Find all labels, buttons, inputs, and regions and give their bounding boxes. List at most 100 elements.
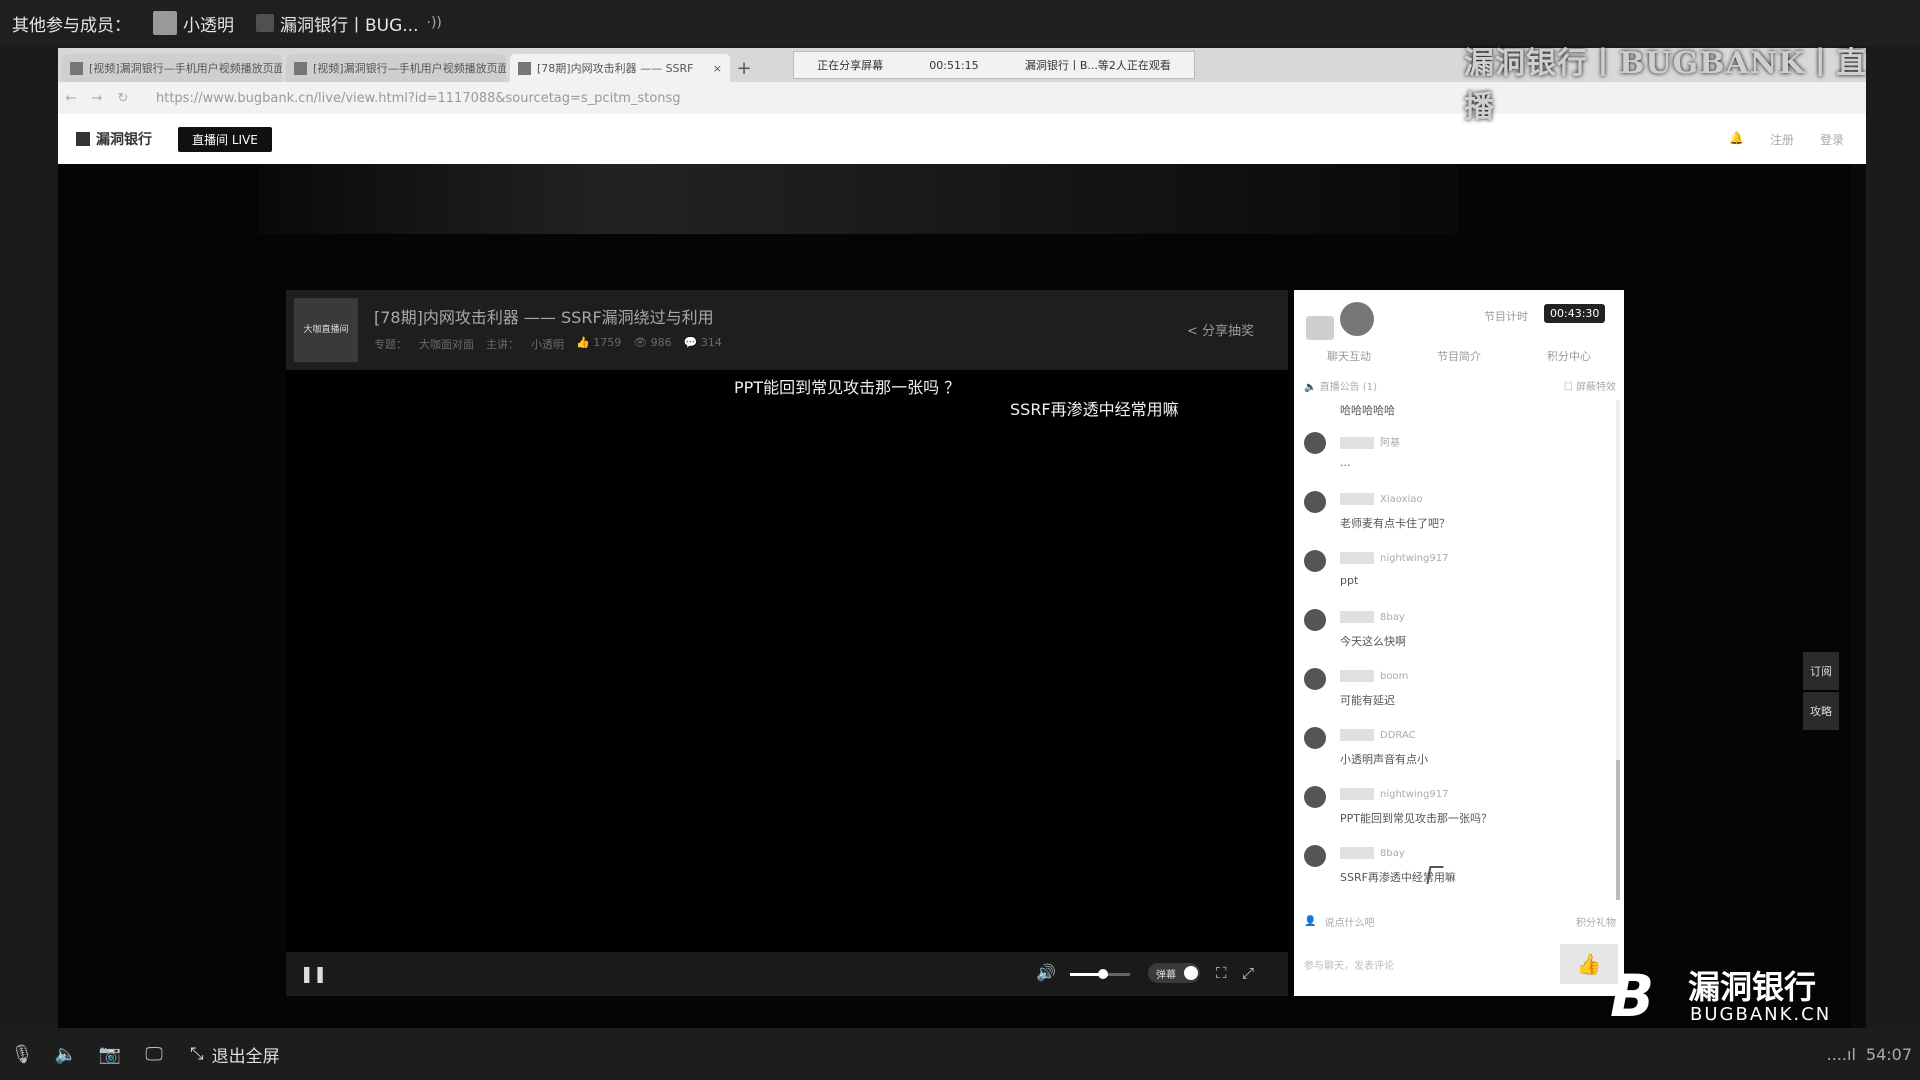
browser-tab[interactable]: [视频]漏洞银行—手机用户视频播放页面 ×	[286, 54, 506, 82]
brand-name-en: BUGBANK.CN	[1690, 1004, 1832, 1025]
chat-input-row: 👤 说点什么吧 积分礼物	[1304, 906, 1616, 936]
bell-icon[interactable]: 🔔	[1729, 131, 1744, 148]
logo-icon	[76, 132, 90, 146]
message-author: nightwing917	[1340, 552, 1448, 564]
tab-points[interactable]: 积分中心	[1547, 348, 1591, 364]
tab-chat[interactable]: 聊天互动	[1327, 348, 1371, 364]
screen-share-icon[interactable]: 🖵	[132, 1044, 176, 1065]
exit-fullscreen-label: 退出全屏	[211, 1046, 280, 1067]
browser-tab[interactable]: [视频]漏洞银行—手机用户视频播放页面 ×	[62, 54, 282, 82]
meta-item: 小透明	[531, 338, 564, 351]
login-link[interactable]: 登录	[1820, 131, 1844, 148]
share-label: 分享抽奖	[1201, 324, 1254, 339]
avatar	[1304, 491, 1326, 513]
author-name: 8bay	[1380, 612, 1405, 623]
level-badge	[1340, 437, 1374, 449]
live-badge[interactable]: 直播间 LIVE	[178, 126, 272, 152]
chat-hint: 参与聊天，发表评论	[1304, 960, 1394, 972]
list-item: nightwing917 PPT能回到常见攻击那一张吗？	[1294, 782, 1614, 841]
back-icon[interactable]: ←	[58, 91, 84, 106]
tab-title: [78期]内网攻击利器 —— SSRF	[537, 62, 694, 75]
volume-icon[interactable]: 🔊	[1036, 963, 1056, 982]
widescreen-icon[interactable]: ⛶	[1216, 964, 1227, 982]
announcement-link[interactable]: 🔈 直播公告 (1)	[1304, 378, 1377, 393]
fullscreen-icon[interactable]: ⤢	[1242, 964, 1254, 982]
level-badge	[1340, 670, 1374, 682]
chat-message-list[interactable]: 哈哈哈哈哈 阿基... Xiaoxiao 老师麦有点卡住了吧？ nightwing…	[1294, 398, 1614, 938]
comment-count: 💬 314	[683, 336, 722, 349]
volume-slider[interactable]	[1070, 969, 1130, 979]
avatar	[1304, 668, 1326, 690]
chat-input[interactable]: 说点什么吧	[1324, 914, 1374, 929]
pause-icon[interactable]: ❚❚	[300, 964, 327, 983]
video-meta: 专题： 大咖面对面 主讲： 小透明 👍 1759 👁 986 💬 314	[374, 336, 722, 352]
favicon-icon	[518, 61, 531, 75]
block-effects-checkbox[interactable]: ☐ 屏蔽特效	[1564, 378, 1616, 393]
share-lottery-button[interactable]: < 分享抽奖	[1187, 320, 1254, 339]
meta-item: 大咖面对面	[419, 338, 474, 351]
favicon-icon	[294, 61, 307, 75]
live-stage: 大咖直播间 [78期]内网攻击利器 —— SSRF漏洞绕过与利用 专题： 大咖面…	[58, 164, 1851, 1028]
site-logo[interactable]: 漏洞银行	[76, 129, 152, 149]
speaker-icon[interactable]: 🔈	[44, 1044, 88, 1065]
gift-button[interactable]: 积分礼物	[1576, 914, 1616, 929]
close-tab-icon[interactable]: ×	[707, 62, 722, 75]
danmu-toggle[interactable]: 弹幕	[1148, 963, 1200, 983]
author-name: DDRAC	[1380, 730, 1416, 741]
message-author: nightwing917	[1340, 788, 1448, 800]
subscribe-button[interactable]: 订阅	[1803, 652, 1839, 690]
guide-button[interactable]: 攻略	[1803, 692, 1839, 730]
scrollbar-thumb[interactable]	[1616, 760, 1620, 900]
list-item: 8bay 今天这么快啊	[1294, 605, 1614, 664]
tab-title: [视频]漏洞银行—手机用户视频播放页面	[89, 62, 282, 75]
elapsed-time: 54:07	[1865, 1044, 1912, 1064]
brand-name-cn: 漏洞银行	[1688, 968, 1817, 1006]
avatar	[1304, 609, 1326, 631]
message-author: 8bay	[1340, 611, 1405, 623]
tab-intro[interactable]: 节目简介	[1437, 348, 1481, 364]
author-name: 8bay	[1380, 848, 1405, 859]
chat-panel: 节目计时 00:43:30 聊天互动 节目简介 积分中心 🔈 直播公告 (1) …	[1294, 290, 1624, 996]
meta-item: 主讲：	[486, 338, 519, 351]
danmu-subtitle: PPT能回到常见攻击那一张吗 ？	[734, 378, 961, 397]
register-link[interactable]: 注册	[1770, 131, 1794, 148]
video-player[interactable]: 大咖直播间 [78期]内网攻击利器 —— SSRF漏洞绕过与利用 专题： 大咖面…	[286, 290, 1288, 996]
reload-icon[interactable]: ↻	[110, 91, 136, 106]
timer-label: 节目计时	[1484, 310, 1528, 323]
brand-logo: B 漏洞银行 BUGBANK.CN	[1610, 962, 1910, 1032]
members-label: 其他参与成员：	[12, 15, 131, 36]
message-author: 8bay	[1340, 847, 1405, 859]
message-author: 阿基	[1340, 434, 1400, 449]
volume-knob[interactable]	[1098, 969, 1108, 979]
browser-tab-active[interactable]: [78期]内网攻击利器 —— SSRF ×	[510, 54, 730, 82]
share-timer: 00:51:15	[929, 58, 979, 72]
danmu-label: 弹幕	[1156, 969, 1176, 981]
video-thumbnail: 大咖直播间	[294, 298, 358, 362]
video-info-bar: 大咖直播间 [78期]内网攻击利器 —— SSRF漏洞绕过与利用 专题： 大咖面…	[286, 290, 1288, 370]
share-status-text: 正在分享屏幕	[817, 59, 884, 72]
forward-icon[interactable]: →	[84, 91, 110, 106]
list-item: boom 可能有延迟	[1294, 664, 1614, 723]
level-badge	[1340, 611, 1374, 623]
chat-scrollbar[interactable]	[1616, 400, 1620, 900]
avatar	[1304, 432, 1326, 454]
danmu-subtitle: SSRF再渗透中经常用嘛	[1010, 400, 1179, 419]
new-tab-button[interactable]: +	[730, 54, 758, 82]
author-name: 阿基	[1380, 438, 1400, 449]
member-item[interactable]: 小透明	[153, 11, 234, 36]
message-text: ...	[1340, 456, 1351, 469]
exit-fullscreen-button[interactable]: ⤡ 退出全屏	[190, 1042, 280, 1067]
avatar	[256, 14, 274, 32]
avatar	[1304, 786, 1326, 808]
screen-share-status: 正在分享屏幕 00:51:15 漏洞银行丨B...等2人正在观看	[793, 51, 1195, 79]
message-text: 可能有延迟	[1340, 694, 1395, 707]
list-item: Xiaoxiao 老师麦有点卡住了吧？	[1294, 487, 1614, 546]
avatar	[1340, 302, 1374, 336]
brand-mark: B	[1610, 962, 1655, 1030]
url-field[interactable]: https://www.bugbank.cn/live/view.html?id…	[156, 91, 681, 106]
mic-muted-icon[interactable]: 🎙	[0, 1044, 44, 1065]
chat-tabs: 聊天互动 节目简介 积分中心	[1294, 348, 1624, 364]
camera-off-icon[interactable]: 📷	[88, 1044, 132, 1065]
member-item[interactable]: 漏洞银行丨BUG... ·))	[256, 11, 442, 36]
chat-notice-row: 🔈 直播公告 (1) ☐ 屏蔽特效	[1304, 378, 1616, 393]
